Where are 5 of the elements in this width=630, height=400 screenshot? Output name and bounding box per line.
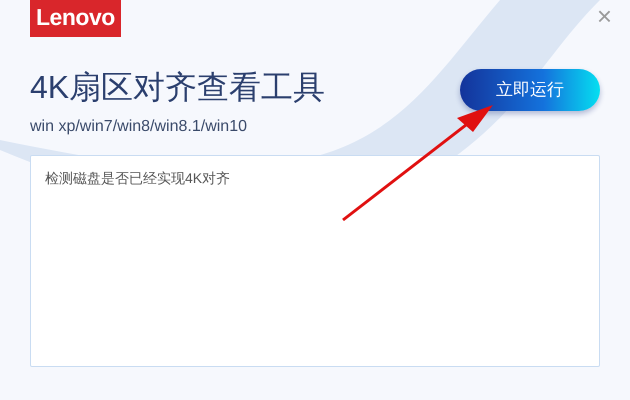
run-button[interactable]: 立即运行 (460, 69, 600, 111)
app-title: 4K扇区对齐查看工具 (30, 68, 326, 107)
logo: Lenovo (30, 0, 121, 37)
subtitle: win xp/win7/win8/win8.1/win10 (30, 117, 248, 137)
output-text: 检测磁盘是否已经实现4K对齐 (45, 170, 230, 186)
